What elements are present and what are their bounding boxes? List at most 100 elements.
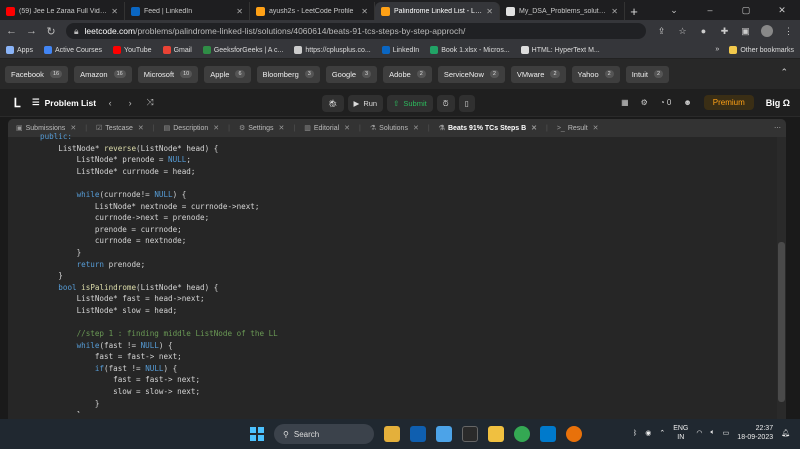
browser-tab[interactable]: Feed | LinkedIn ✕ — [125, 2, 250, 20]
volume-icon[interactable]: 🔈︎ — [710, 429, 714, 437]
maximize-button[interactable]: ▢ — [728, 0, 764, 20]
bookmark-item[interactable]: GeeksforGeeks | A c... — [202, 46, 283, 54]
run-button[interactable]: ▶ Run — [347, 95, 384, 112]
company-tag[interactable]: Yahoo 2 — [571, 65, 620, 83]
chevron-up-icon[interactable]: ⌃ — [780, 67, 788, 78]
bookmark-item[interactable]: HTML: HyperText M... — [520, 46, 600, 54]
chrome-canary-icon[interactable] — [566, 426, 582, 442]
puzzle-icon[interactable]: ✚ — [719, 26, 730, 37]
clock-date: 18-09-2023 — [737, 434, 774, 441]
scrollbar[interactable] — [777, 137, 786, 419]
scrollbar-thumb[interactable] — [778, 242, 785, 402]
battery-icon[interactable]: ▭ — [723, 429, 730, 437]
avatar[interactable] — [761, 25, 773, 37]
close-icon[interactable]: ✕ — [611, 7, 618, 16]
menu-icon[interactable]: ⋮ — [783, 26, 794, 37]
close-icon[interactable]: ✕ — [361, 7, 368, 16]
close-icon[interactable]: ✕ — [236, 7, 243, 16]
new-tab-button[interactable]: + — [625, 2, 643, 20]
next-problem-icon[interactable]: › — [124, 98, 136, 108]
bookmark-item[interactable]: Active Courses — [43, 46, 102, 54]
window-controls: ⌄ – ▢ ✕ — [656, 0, 800, 20]
company-tag[interactable]: Adobe 2 — [383, 65, 432, 83]
close-icon[interactable]: ✕ — [111, 7, 118, 16]
problem-list-link[interactable]: ☰ Problem List — [32, 97, 96, 108]
solution-panel: ▣ Submissions ✕ | ☑ Testcase ✕ | ▤ Description ✕ | ⚙… — [8, 119, 786, 419]
other-bookmarks[interactable]: Other bookmarks — [729, 46, 794, 54]
bookmark-item[interactable]: YouTube — [113, 46, 152, 54]
timer-button[interactable]: ⏰︎ — [436, 95, 455, 112]
code-line: } — [40, 247, 82, 257]
shuffle-icon[interactable]: ⤨ — [144, 97, 156, 108]
company-tag[interactable]: ServiceNow 2 — [437, 65, 505, 83]
company-tag[interactable]: Google 3 — [325, 65, 378, 83]
company-tag[interactable]: Apple 6 — [204, 65, 251, 83]
bookmark-item[interactable]: https://cplusplus.co... — [294, 46, 371, 54]
star-icon[interactable]: ☆ — [677, 26, 688, 37]
clock[interactable]: 22:37 18-09-2023 — [737, 424, 773, 442]
vscode-icon[interactable] — [540, 426, 556, 442]
taskbar-search[interactable]: ⚲ Search — [274, 424, 374, 444]
bookmark-item[interactable]: LinkedIn — [381, 46, 419, 54]
bookmark-label: Book 1.xlsx - Micros... — [441, 46, 510, 54]
premium-button[interactable]: Premium — [703, 95, 754, 110]
minimize-window-button[interactable]: – — [692, 0, 728, 20]
code-view[interactable]: public: ListNode* reverse(ListNode* head… — [8, 131, 786, 413]
bookmark-item[interactable]: Apps — [6, 46, 33, 54]
widgets-icon[interactable] — [384, 426, 400, 442]
bookmarks-overflow[interactable]: » — [715, 46, 719, 54]
bookmark-item[interactable]: Book 1.xlsx - Micros... — [430, 46, 510, 54]
debug-button[interactable]: 🐞︎ — [322, 95, 344, 112]
wifi-icon[interactable]: ◠ — [696, 429, 702, 437]
store-icon[interactable] — [462, 426, 478, 442]
layout-icon[interactable]: ▦ — [621, 98, 629, 107]
browser-tab[interactable]: ayush2s - LeetCode Profile ✕ — [250, 2, 375, 20]
favicon-icon — [131, 6, 140, 16]
company-tag[interactable]: Amazon 16 — [74, 65, 132, 83]
browser-tab[interactable]: My_DSA_Problems_solution/✕ — [500, 2, 625, 20]
code-line: while(currnode!= NULL) { — [76, 189, 187, 199]
streak-counter[interactable]: ◔ 0 — [660, 98, 672, 107]
prev-problem-icon[interactable]: ‹ — [104, 98, 116, 108]
windows-start-icon[interactable] — [250, 427, 264, 441]
language-indicator[interactable]: ENG IN — [673, 424, 688, 442]
bookmark-icon — [430, 46, 439, 54]
code-line: } — [40, 409, 786, 413]
company-tag[interactable]: Bloomberg 3 — [256, 65, 320, 83]
task-view-icon[interactable] — [410, 426, 426, 442]
extension-icon[interactable]: ● — [698, 26, 709, 37]
file-explorer-icon[interactable] — [488, 426, 504, 442]
company-tag[interactable]: Microsoft 10 — [137, 65, 199, 83]
reload-icon[interactable]: ↻ — [46, 25, 56, 38]
minimize-button[interactable]: ⌄ — [656, 0, 692, 20]
forward-arrow-icon[interactable]: → — [26, 25, 37, 37]
notes-button[interactable]: ▯ — [458, 95, 475, 112]
back-arrow-icon[interactable]: ← — [6, 25, 17, 37]
chrome-icon[interactable] — [514, 426, 530, 442]
leetcode-logo-icon[interactable]: ᒪ — [10, 96, 24, 110]
share-icon[interactable]: ⇪ — [656, 26, 667, 37]
bookmark-icon — [202, 46, 211, 54]
user-avatar-icon[interactable]: ☻ — [683, 98, 691, 107]
close-icon[interactable]: ✕ — [486, 7, 493, 16]
bigo-logo[interactable]: Big Ω — [766, 98, 790, 108]
gear-icon[interactable]: ⚙ — [641, 98, 648, 107]
notification-icon[interactable]: 🔔︎ — [781, 429, 790, 437]
browser-tab[interactable]: Palindrome Linked List - Leet ✕ — [375, 2, 500, 20]
submit-button[interactable]: ⇧ Submit — [387, 95, 433, 112]
lang-top: ENG — [673, 425, 689, 432]
chevron-up-tray-icon[interactable]: ⌃ — [659, 429, 665, 437]
close-window-button[interactable]: ✕ — [764, 0, 800, 20]
company-tag[interactable]: Facebook 16 — [5, 65, 69, 83]
bluetooth-icon[interactable]: ᛒ — [633, 430, 637, 437]
code-line: public: — [40, 132, 73, 141]
url-field[interactable]: 🔒︎ leetcode.com/problems/palindrome-link… — [66, 23, 646, 39]
company-tag[interactable]: VMware 2 — [510, 65, 566, 83]
bookmark-item[interactable]: Gmail — [162, 46, 192, 54]
company-tag[interactable]: Intuit 2 — [625, 65, 670, 83]
browser-tab[interactable]: (59) Jee Le Zaraa Full Video S ✕ — [0, 2, 125, 20]
tray-app-icon[interactable]: ◉ — [645, 429, 651, 437]
sidebar-icon[interactable]: ▣ — [740, 26, 751, 37]
company-name: Facebook — [11, 69, 44, 79]
camera-icon[interactable] — [436, 426, 452, 442]
